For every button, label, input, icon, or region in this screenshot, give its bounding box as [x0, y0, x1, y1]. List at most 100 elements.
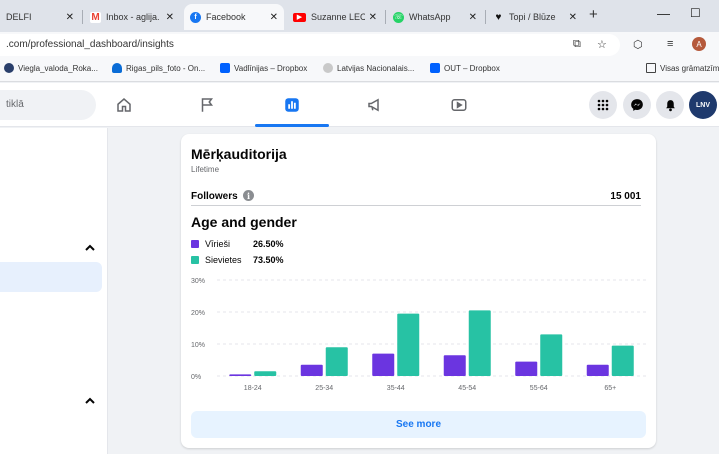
- bar-chart-icon: [285, 98, 299, 112]
- legend-item-women: Sievietes 73.50%: [191, 255, 284, 265]
- megaphone-icon: [368, 98, 379, 112]
- info-icon[interactable]: i: [243, 190, 254, 201]
- x-tick-label: 25-34: [315, 385, 333, 392]
- y-tick-label: 0%: [191, 374, 201, 381]
- followers-row: Followers i 15 001: [191, 186, 641, 206]
- bell-icon: [665, 99, 675, 111]
- tab-title: Inbox - aglija.: [106, 12, 160, 22]
- close-icon[interactable]: ✕: [569, 12, 577, 23]
- close-icon[interactable]: ✕: [369, 12, 377, 23]
- home-icon: [117, 98, 131, 112]
- bookmark-label: Latvijas Nacionalais...: [337, 63, 415, 73]
- close-icon[interactable]: ✕: [166, 12, 174, 23]
- y-tick-label: 20%: [191, 310, 205, 317]
- bookmark-star-icon[interactable]: ☆: [597, 38, 607, 51]
- dropbox-icon: [430, 63, 440, 73]
- card-title: Mērķauditorija: [191, 146, 287, 162]
- chart-bar: [540, 334, 563, 376]
- close-icon[interactable]: ✕: [66, 12, 74, 23]
- bookmark-item[interactable]: Latvijas Nacionalais...: [323, 63, 414, 73]
- extensions-icon[interactable]: ⬡: [633, 38, 643, 51]
- menu-grid-button[interactable]: [589, 91, 617, 119]
- chart-bar: [515, 361, 538, 376]
- facebook-icon: f: [190, 11, 201, 23]
- nav-home[interactable]: [87, 87, 161, 123]
- browser-tab-delfi[interactable]: DELFI ✕: [0, 4, 80, 30]
- bookmark-label: Visas grāmatzīm: [660, 63, 719, 73]
- media-controls-icon[interactable]: ≡: [667, 38, 673, 50]
- browser-tab-gmail[interactable]: M Inbox - aglija. ✕: [84, 4, 180, 30]
- bookmarks-bar: Viegla_valoda_Roka... Rigas_pils_foto - …: [0, 58, 719, 82]
- search-input[interactable]: tiklā: [0, 90, 96, 120]
- x-tick-label: 55-64: [530, 385, 548, 392]
- x-tick-label: 18-24: [244, 385, 262, 392]
- age-gender-chart: 0% 10% 20% 30% 18-24 25-34 35-44 45-54 55-64 65+: [191, 278, 646, 392]
- tab-divider: [485, 10, 486, 24]
- tab-title: Topi / Blūze: [509, 12, 556, 22]
- browser-tab-facebook[interactable]: f Facebook ✕: [184, 4, 284, 30]
- browser-tab-youtube[interactable]: ▶ Suzanne LEC ✕: [287, 4, 383, 30]
- x-tick-label: 45-54: [458, 385, 476, 392]
- whatsapp-icon: ☏: [393, 11, 404, 23]
- library-icon: [323, 63, 333, 73]
- url-field[interactable]: .com/professional_dashboard/insights: [0, 34, 620, 56]
- chart-bar: [443, 355, 466, 376]
- legend-label: Sievietes: [205, 255, 242, 265]
- gmail-icon: M: [90, 11, 101, 23]
- legend-item-men: Vīrieši 26.50%: [191, 239, 284, 249]
- bookmark-label: Viegla_valoda_Roka...: [18, 63, 98, 73]
- new-tab-icon[interactable]: +: [589, 6, 598, 23]
- nav-ads[interactable]: [338, 87, 412, 123]
- notifications-button[interactable]: [656, 91, 684, 119]
- close-icon[interactable]: ✕: [469, 12, 477, 23]
- browser-address-bar: .com/professional_dashboard/insights ⧉ ☆…: [0, 32, 719, 58]
- bookmark-item[interactable]: Visas grāmatzīm: [646, 63, 719, 73]
- chart-bar: [611, 345, 634, 376]
- nav-insights[interactable]: [255, 87, 329, 127]
- bookmark-item[interactable]: Vadlīnijas – Dropbox: [220, 63, 307, 73]
- nav-pages[interactable]: [170, 87, 244, 123]
- minimize-icon[interactable]: —: [657, 6, 670, 21]
- chevron-up-icon[interactable]: [84, 396, 96, 406]
- legend-swatch: [191, 240, 199, 248]
- x-tick-label: 65+: [604, 385, 616, 392]
- bookmark-item[interactable]: OUT – Dropbox: [430, 63, 500, 73]
- youtube-icon: ▶: [293, 12, 306, 22]
- nav-video[interactable]: [422, 87, 496, 123]
- browser-tab-topi[interactable]: ♥ Topi / Blūze ✕: [487, 4, 583, 30]
- browser-tab-whatsapp[interactable]: ☏ WhatsApp ✕: [387, 4, 483, 30]
- profile-avatar[interactable]: A: [692, 37, 706, 51]
- close-icon[interactable]: ✕: [270, 12, 278, 23]
- left-sidebar: [0, 128, 108, 454]
- onedrive-icon: [112, 63, 122, 73]
- bookmark-item[interactable]: Rigas_pils_foto - On...: [112, 63, 205, 73]
- chart-bar: [300, 364, 323, 376]
- sidebar-item-selected[interactable]: [0, 262, 102, 292]
- chart-bar: [397, 313, 420, 376]
- flag-icon: [201, 98, 213, 112]
- legend-percent: 73.50%: [253, 255, 284, 265]
- chart-bar: [372, 353, 395, 376]
- legend-percent: 26.50%: [253, 239, 284, 249]
- bookmark-label: Vadlīnijas – Dropbox: [234, 63, 308, 73]
- bookmark-item[interactable]: Viegla_valoda_Roka...: [4, 63, 98, 73]
- heart-icon: ♥: [495, 11, 502, 23]
- see-more-button[interactable]: See more: [191, 411, 646, 438]
- maximize-icon[interactable]: ☐: [690, 6, 701, 20]
- cast-icon[interactable]: ⧉: [573, 38, 581, 51]
- folder-icon: [646, 63, 656, 73]
- chevron-up-icon[interactable]: [84, 243, 96, 253]
- profile-avatar[interactable]: LNV: [689, 91, 717, 119]
- chart-bar: [254, 371, 277, 376]
- audience-card: Mērķauditorija Lifetime Followers i 15 0…: [181, 134, 656, 448]
- followers-count: 15 001: [610, 191, 641, 202]
- tab-divider: [82, 10, 83, 24]
- browser-tab-bar: DELFI ✕ M Inbox - aglija. ✕ f Facebook ✕…: [0, 0, 719, 32]
- tab-title: DELFI: [6, 12, 32, 22]
- followers-label: Followers: [191, 191, 238, 202]
- messenger-button[interactable]: [623, 91, 651, 119]
- y-tick-label: 30%: [191, 278, 205, 285]
- chart-bar: [325, 347, 348, 376]
- grid-icon: [597, 99, 609, 111]
- dropbox-icon: [220, 63, 230, 73]
